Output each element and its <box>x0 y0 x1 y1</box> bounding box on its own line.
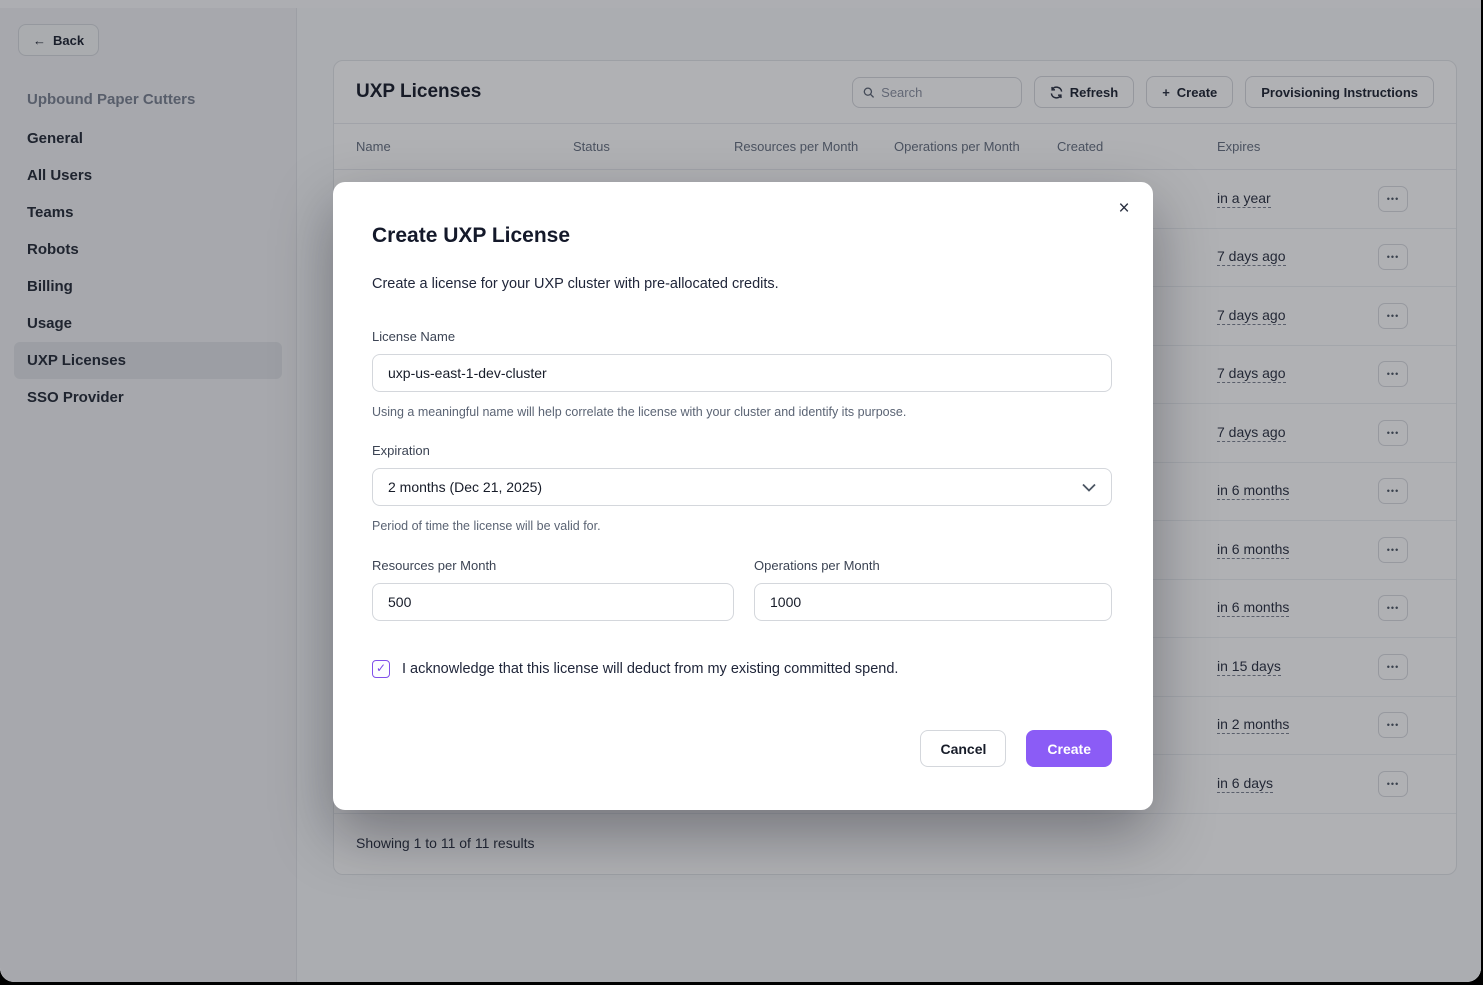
license-name-label: License Name <box>372 329 455 344</box>
operations-per-month-input[interactable] <box>754 583 1112 621</box>
expiration-select[interactable]: 2 months (Dec 21, 2025) <box>372 468 1112 506</box>
acknowledge-label: I acknowledge that this license will ded… <box>402 661 898 677</box>
license-name-help: Using a meaningful name will help correl… <box>372 405 906 419</box>
acknowledge-checkbox[interactable]: ✓ <box>372 660 390 678</box>
acknowledge-row: ✓ I acknowledge that this license will d… <box>372 660 898 678</box>
resources-per-month-input[interactable] <box>372 583 734 621</box>
operations-per-month-label: Operations per Month <box>754 558 880 573</box>
modal-actions: Cancel Create <box>920 730 1112 767</box>
app-window: ← Back Upbound Paper Cutters General All… <box>0 0 1481 982</box>
check-icon: ✓ <box>376 661 386 675</box>
license-name-input[interactable] <box>372 354 1112 392</box>
modal-description: Create a license for your UXP cluster wi… <box>372 276 779 292</box>
resources-per-month-label: Resources per Month <box>372 558 496 573</box>
expiration-label: Expiration <box>372 443 430 458</box>
modal-title: Create UXP License <box>372 224 570 248</box>
expiration-value: 2 months (Dec 21, 2025) <box>388 479 542 495</box>
create-uxp-license-modal: × Create UXP License Create a license fo… <box>333 182 1153 810</box>
create-submit-button[interactable]: Create <box>1026 730 1112 767</box>
chevron-down-icon <box>1082 483 1096 492</box>
cancel-button[interactable]: Cancel <box>920 730 1006 767</box>
expiration-help: Period of time the license will be valid… <box>372 519 601 533</box>
close-icon[interactable]: × <box>1111 196 1137 222</box>
